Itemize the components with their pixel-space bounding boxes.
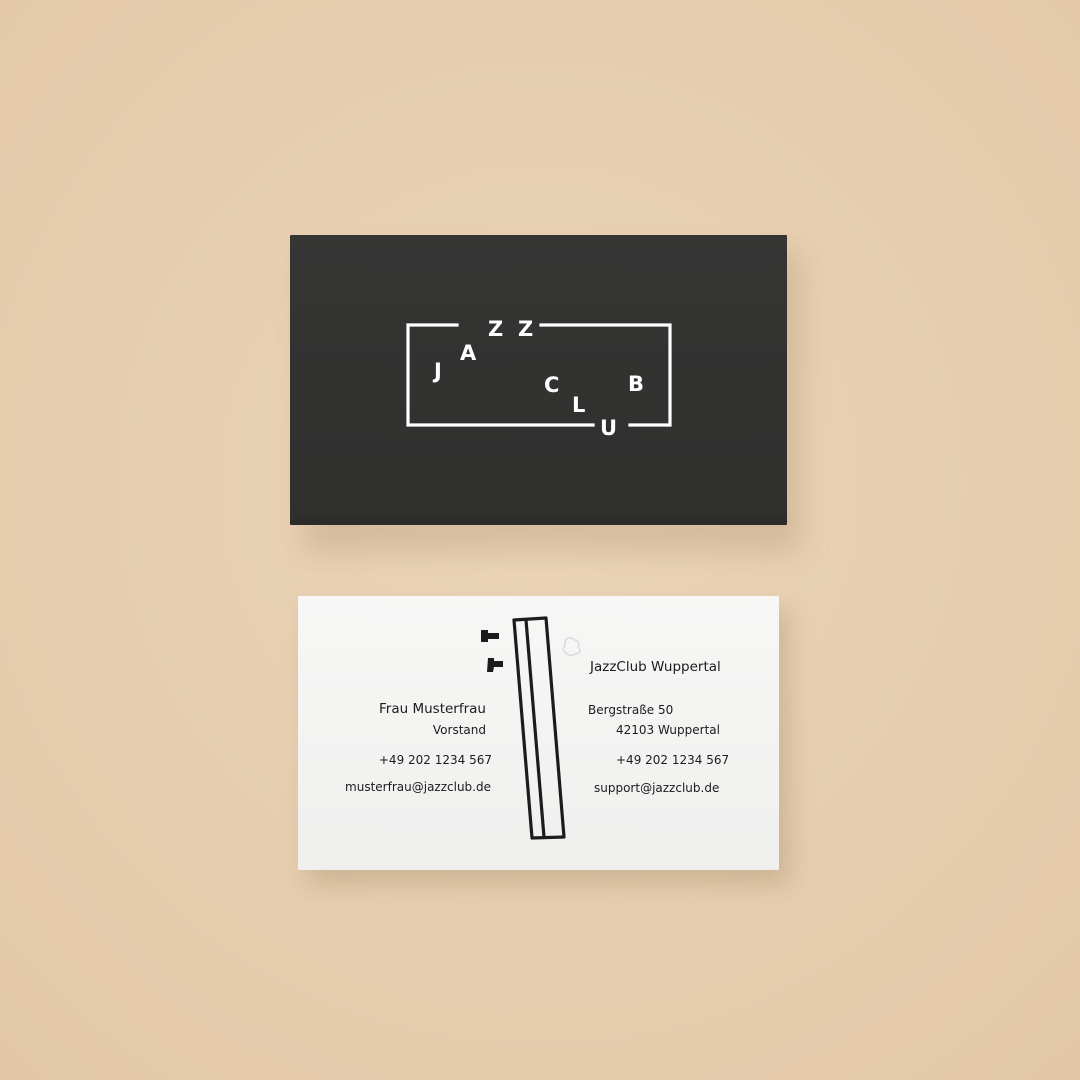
business-card-back: Frau Musterfrau Vorstand +49 202 1234 56… xyxy=(298,596,789,884)
logo-letter-z1: Z xyxy=(488,317,503,341)
emboss-mark-icon xyxy=(562,637,581,656)
person-name: Frau Musterfrau xyxy=(379,701,486,717)
club-street: Bergstraße 50 xyxy=(588,703,674,717)
club-phone[interactable]: +49 202 1234 567 xyxy=(616,753,729,767)
jazz-club-logo: J A Z Z C L U B xyxy=(406,317,672,440)
logo-letter-j: J xyxy=(432,359,442,383)
card-front-face: J A Z Z C L U B xyxy=(290,235,787,519)
club-email[interactable]: support@jazzclub.de xyxy=(594,781,719,795)
desk-background: J A Z Z C L U B Frau Musterfrau Vorstand… xyxy=(0,0,1080,1080)
card-back-face: Frau Musterfrau Vorstand +49 202 1234 56… xyxy=(298,596,779,870)
instrument-pegs xyxy=(481,630,503,672)
peg-icon xyxy=(481,630,499,642)
person-email[interactable]: musterfrau@jazzclub.de xyxy=(345,780,491,794)
logo-letter-c: C xyxy=(544,373,559,397)
club-city: 42103 Wuppertal xyxy=(616,723,720,737)
logo-letter-l: L xyxy=(572,393,585,417)
peg-icon xyxy=(487,658,503,672)
logo-letter-u: U xyxy=(600,416,617,440)
person-phone[interactable]: +49 202 1234 567 xyxy=(379,753,492,767)
business-card-front: J A Z Z C L U B xyxy=(290,235,801,553)
logo-frame-right xyxy=(539,323,672,427)
logo-letter-b: B xyxy=(628,372,644,396)
person-role: Vorstand xyxy=(432,723,486,737)
logo-letter-a: A xyxy=(460,341,477,365)
club-name: JazzClub Wuppertal xyxy=(590,659,721,675)
instrument-bar xyxy=(512,616,566,840)
logo-letter-z2: Z xyxy=(518,317,533,341)
